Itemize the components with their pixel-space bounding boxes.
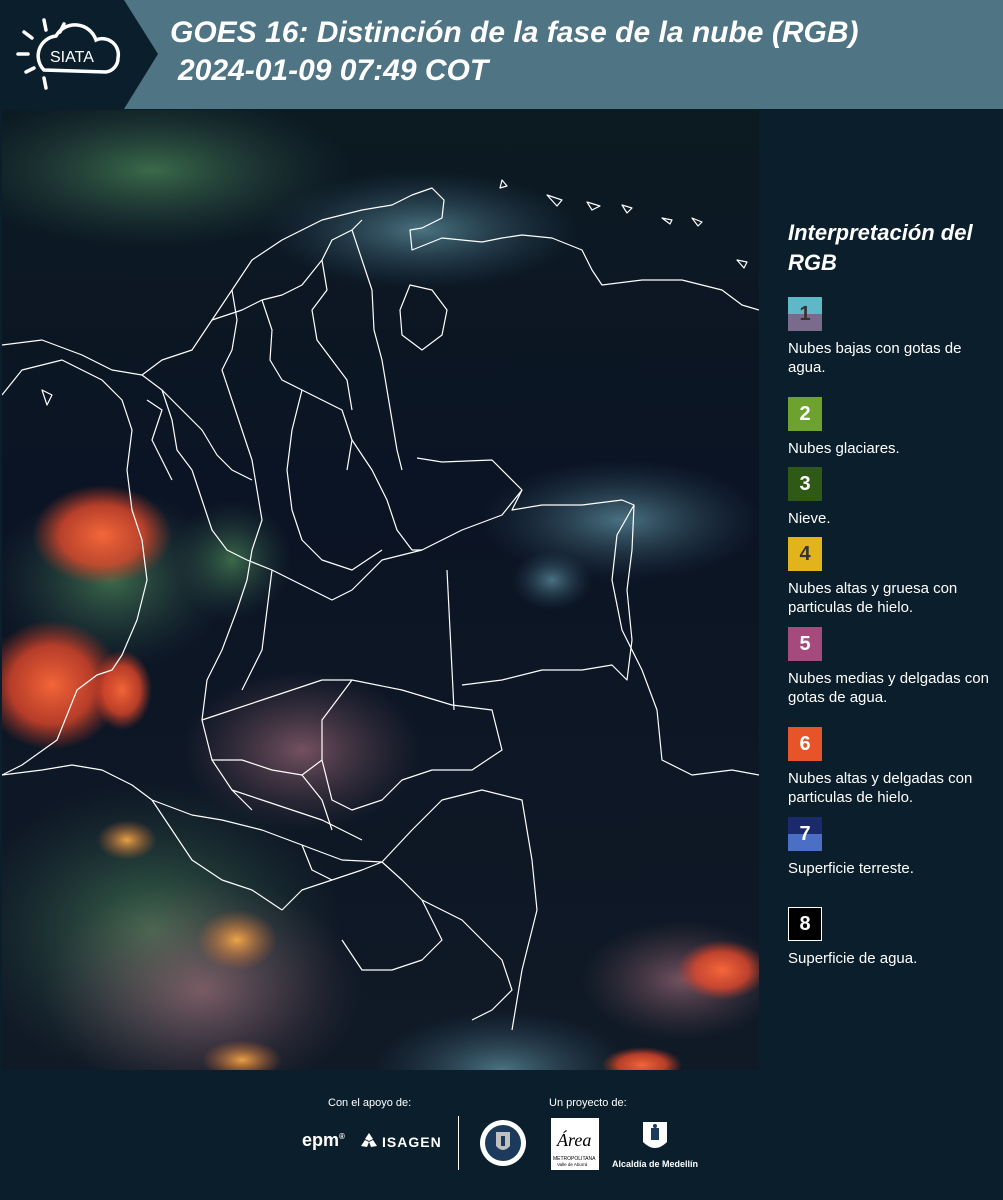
legend-item-4: 4 Nubes altas y gruesa con particulas de … bbox=[788, 537, 998, 617]
footer: Con el apoyo de: Un proyecto de: epm® IS… bbox=[0, 1070, 1003, 1200]
svg-text:SIATA: SIATA bbox=[50, 49, 94, 66]
legend-panel: Interpretación del RGB 1 Nubes bajas con … bbox=[760, 110, 1003, 1070]
project-label: Un proyecto de: bbox=[549, 1097, 627, 1109]
legend-swatch-4: 4 bbox=[788, 537, 822, 571]
area-metropolitana-logo-icon: Área METROPOLITANA Valle de Aburrá bbox=[551, 1118, 599, 1170]
svg-text:Valle de Aburrá: Valle de Aburrá bbox=[557, 1162, 588, 1167]
legend-item-3: 3 Nieve. bbox=[788, 467, 998, 528]
footer-divider bbox=[458, 1116, 459, 1170]
legend-label: Nubes altas y gruesa con particulas de h… bbox=[788, 580, 958, 616]
epm-logo: epm® bbox=[302, 1130, 345, 1150]
legend-number: 6 bbox=[799, 732, 811, 755]
legend-swatch-1: 1 bbox=[788, 297, 822, 331]
legend-item-5: 5 Nubes medias y delgadas con gotas de ag… bbox=[788, 627, 998, 707]
alcaldia-label: Alcaldía de Medellín bbox=[612, 1159, 699, 1169]
legend-swatch-5: 5 bbox=[788, 627, 822, 661]
legend-label: Nubes altas y delgadas con particulas de… bbox=[788, 770, 973, 806]
title-datetime: 2024-01-09 07:49 COT bbox=[178, 54, 489, 87]
svg-text:Área: Área bbox=[556, 1129, 591, 1150]
legend-swatch-7: 7 bbox=[788, 817, 822, 851]
legend-label: Nubes glaciares. bbox=[788, 440, 900, 457]
support-label: Con el apoyo de: bbox=[328, 1097, 412, 1109]
legend-item-6: 6 Nubes altas y delgadas con particulas d… bbox=[788, 727, 998, 807]
siata-logo-block: SIATA bbox=[0, 0, 158, 109]
alcaldia-crest-icon bbox=[643, 1122, 667, 1148]
legend-number: 5 bbox=[799, 632, 811, 655]
legend-item-1: 1 Nubes bajas con gotas de agua. bbox=[788, 297, 998, 377]
title-product: GOES 16: Distinción de la fase de la nub… bbox=[170, 16, 859, 49]
legend-number: 4 bbox=[799, 542, 811, 565]
legend-item-2: 2 Nubes glaciares. bbox=[788, 397, 998, 458]
legend-swatch-3: 3 bbox=[788, 467, 822, 501]
legend-number: 3 bbox=[799, 472, 811, 495]
siata-logo-icon: SIATA bbox=[16, 18, 121, 90]
page-title: GOES 16: Distinción de la fase de la nub… bbox=[170, 14, 858, 90]
isagen-logo: ISAGEN bbox=[382, 1134, 442, 1150]
legend-label: Superficie de agua. bbox=[788, 950, 918, 967]
legend-label: Superficie terreste. bbox=[788, 860, 914, 877]
legend-title: Interpretación del RGB bbox=[788, 220, 973, 275]
legend-label: Nieve. bbox=[788, 510, 831, 527]
legend-label: Nubes medias y delgadas con gotas de agu… bbox=[788, 670, 989, 706]
satellite-rgb-map-icon bbox=[2, 110, 759, 1070]
legend-number: 8 bbox=[799, 912, 811, 935]
legend-label: Nubes bajas con gotas de agua. bbox=[788, 340, 962, 376]
legend-number: 7 bbox=[799, 822, 811, 845]
header-bar: SIATA GOES 16: Distinción de la fase de … bbox=[0, 0, 1003, 109]
legend-number: 1 bbox=[799, 302, 811, 325]
legend-item-8: 8 Superficie de agua. bbox=[788, 907, 998, 968]
legend-swatch-2: 2 bbox=[788, 397, 822, 431]
isagen-mark-icon bbox=[361, 1133, 377, 1147]
legend-number: 2 bbox=[799, 402, 811, 425]
legend-swatch-8: 8 bbox=[788, 907, 822, 941]
legend-item-7: 7 Superficie terreste. bbox=[788, 817, 998, 878]
satellite-map[interactable] bbox=[2, 110, 759, 1070]
municipal-seal-icon bbox=[480, 1120, 526, 1166]
legend-swatch-6: 6 bbox=[788, 727, 822, 761]
